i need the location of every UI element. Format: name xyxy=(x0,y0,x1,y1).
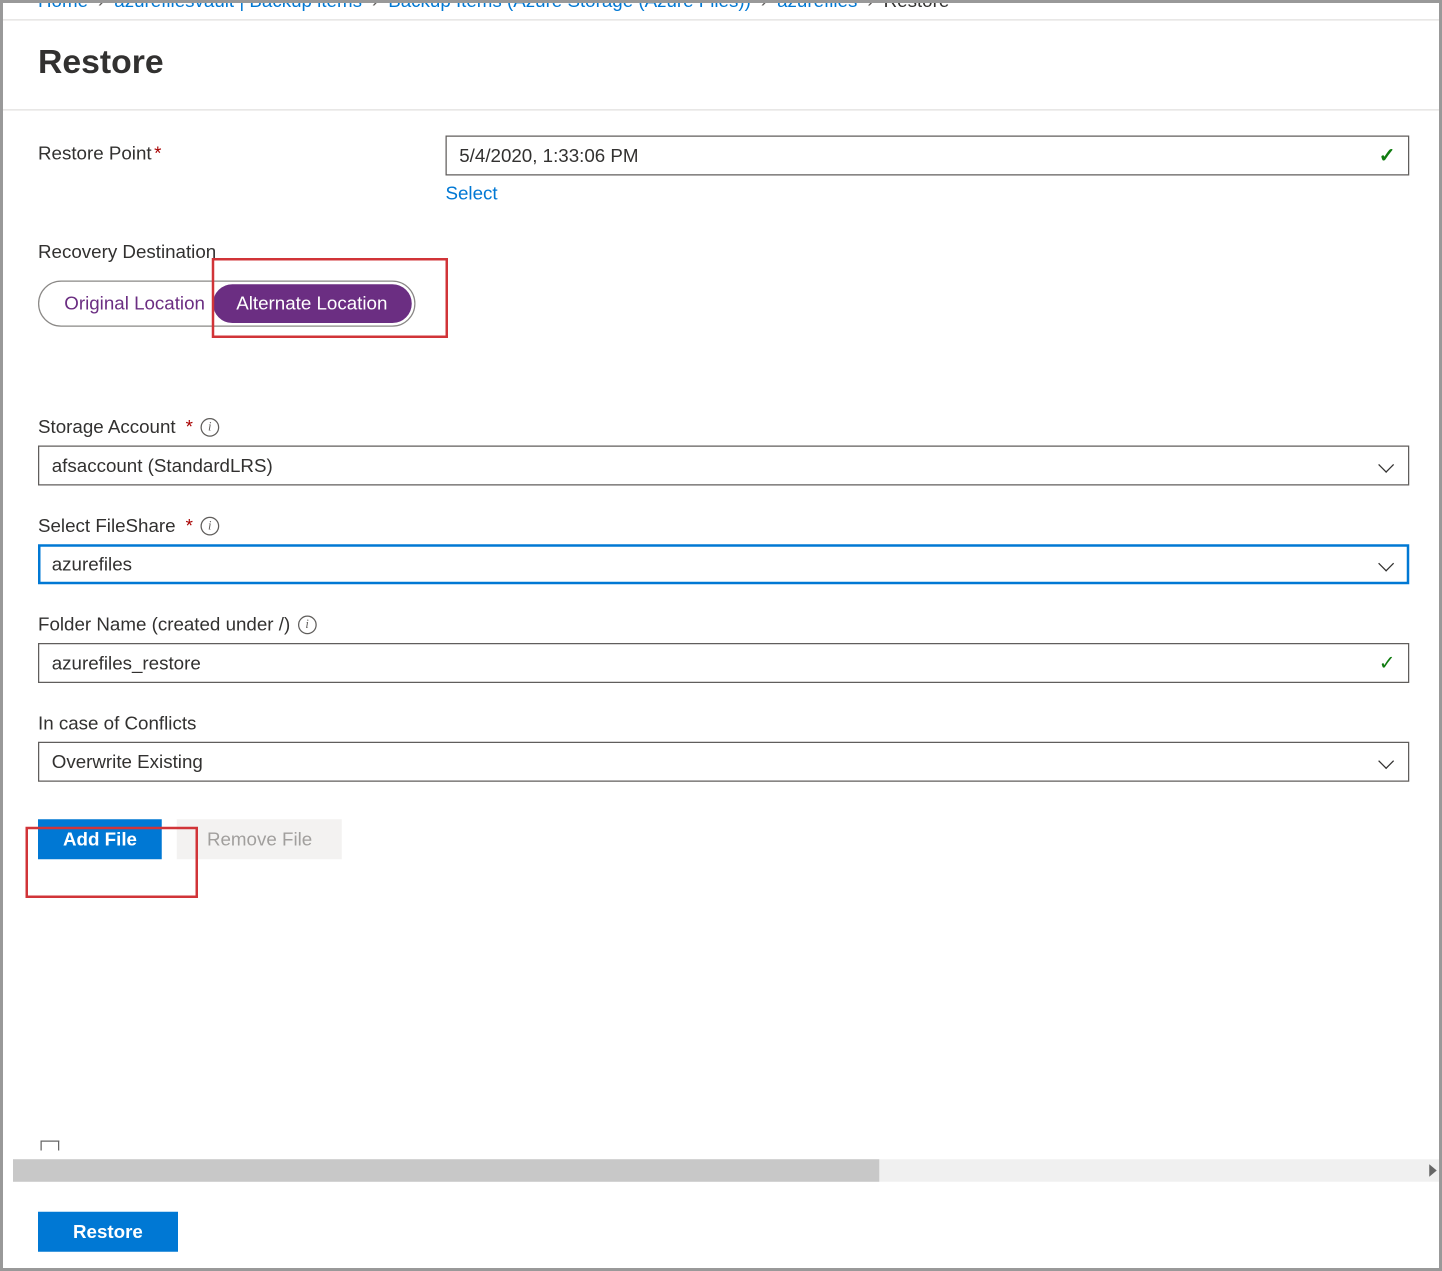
restore-point-field[interactable]: 5/4/2020, 1:33:06 PM xyxy=(446,136,1410,176)
conflicts-value: Overwrite Existing xyxy=(52,751,203,772)
recovery-destination-toggle: Original Location Alternate Location xyxy=(38,281,415,327)
info-icon[interactable]: i xyxy=(200,418,219,437)
restore-point-label: Restore Point xyxy=(38,143,152,164)
storage-account-value: afsaccount (StandardLRS) xyxy=(52,455,273,476)
chevron-right-icon: › xyxy=(761,3,767,11)
fileshare-label: Select FileShare xyxy=(38,516,176,537)
chevron-right-icon: › xyxy=(372,3,378,11)
chevron-right-icon: › xyxy=(867,3,873,11)
conflicts-label: In case of Conflicts xyxy=(38,713,196,734)
chevron-down-icon xyxy=(1378,457,1396,475)
breadcrumb-link-azurefiles[interactable]: azurefiles xyxy=(777,3,857,11)
remove-file-button: Remove File xyxy=(177,819,342,859)
check-icon: ✓ xyxy=(1379,651,1396,676)
info-icon[interactable]: i xyxy=(200,517,219,536)
scroll-right-icon[interactable] xyxy=(1422,1159,1442,1182)
page-title: Restore xyxy=(3,21,1442,111)
horizontal-scrollbar[interactable] xyxy=(13,1159,1442,1182)
storage-account-label: Storage Account xyxy=(38,417,176,438)
storage-account-dropdown[interactable]: afsaccount (StandardLRS) xyxy=(38,446,1409,486)
chevron-down-icon xyxy=(1378,753,1396,771)
required-indicator: * xyxy=(186,417,193,438)
breadcrumb-link-backup-items[interactable]: Backup Items (Azure Storage (Azure Files… xyxy=(388,3,751,11)
partial-checkbox xyxy=(41,1141,60,1151)
fileshare-value: azurefiles xyxy=(52,554,132,575)
folder-name-label: Folder Name (created under /) xyxy=(38,614,290,635)
breadcrumb: Home › azurefilesvault | Backup items › … xyxy=(3,3,1442,21)
conflicts-dropdown[interactable]: Overwrite Existing xyxy=(38,742,1409,782)
original-location-option[interactable]: Original Location xyxy=(42,286,213,322)
breadcrumb-link-home[interactable]: Home xyxy=(38,3,88,11)
select-restore-point-link[interactable]: Select xyxy=(446,183,498,204)
chevron-down-icon xyxy=(1378,556,1396,574)
required-indicator: * xyxy=(154,143,161,164)
scrollbar-thumb[interactable] xyxy=(13,1159,879,1182)
restore-button[interactable]: Restore xyxy=(38,1212,178,1252)
required-indicator: * xyxy=(186,516,193,537)
alternate-location-option[interactable]: Alternate Location xyxy=(212,284,411,323)
folder-name-value: azurefiles_restore xyxy=(52,652,201,673)
recovery-destination-label: Recovery Destination xyxy=(38,242,1409,263)
fileshare-dropdown[interactable]: azurefiles xyxy=(38,544,1409,584)
breadcrumb-link-vault[interactable]: azurefilesvault | Backup items xyxy=(114,3,362,11)
add-file-button[interactable]: Add File xyxy=(38,819,162,859)
folder-name-input[interactable]: azurefiles_restore ✓ xyxy=(38,643,1409,683)
chevron-right-icon: › xyxy=(98,3,104,11)
breadcrumb-current: Restore xyxy=(884,3,950,11)
restore-point-value: 5/4/2020, 1:33:06 PM xyxy=(459,145,638,166)
info-icon[interactable]: i xyxy=(298,616,317,635)
